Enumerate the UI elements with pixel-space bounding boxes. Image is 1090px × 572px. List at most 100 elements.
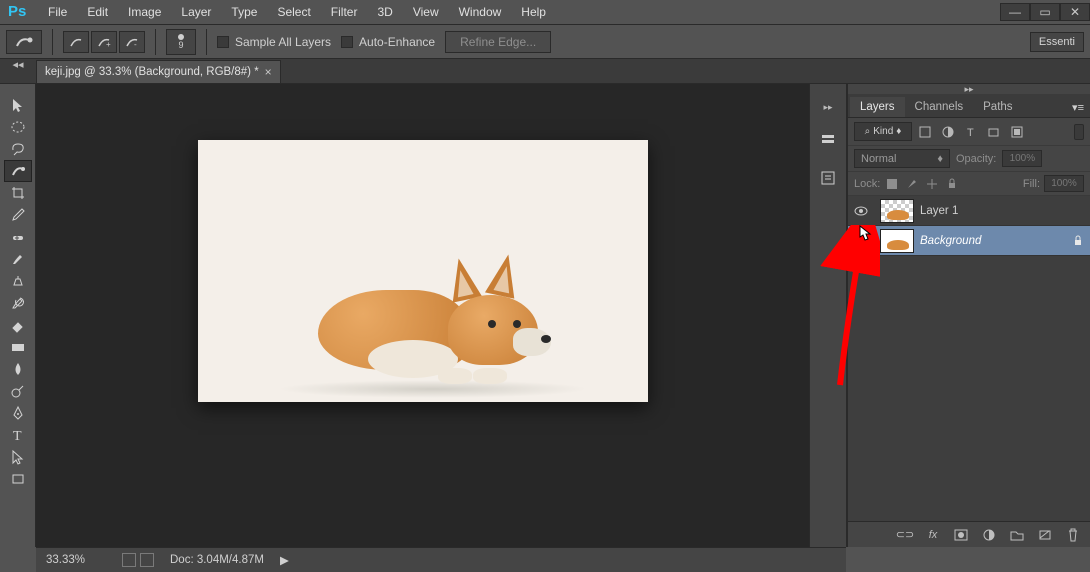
history-brush-tool[interactable] — [4, 292, 32, 314]
current-tool-preset[interactable] — [6, 30, 42, 54]
auto-enhance-checkbox[interactable]: Auto-Enhance — [341, 35, 435, 49]
menu-type[interactable]: Type — [223, 3, 265, 21]
sample-all-layers-checkbox[interactable]: Sample All Layers — [217, 35, 331, 49]
brush-size-value: 9 — [178, 40, 183, 50]
menu-help[interactable]: Help — [513, 3, 554, 21]
filter-smart-icon[interactable] — [1007, 123, 1027, 141]
blur-tool[interactable] — [4, 358, 32, 380]
layer-thumbnail[interactable] — [880, 229, 914, 253]
new-selection-button[interactable] — [63, 31, 89, 53]
menu-edit[interactable]: Edit — [79, 3, 116, 21]
brush-tool[interactable] — [4, 248, 32, 270]
lock-position-icon[interactable] — [924, 176, 940, 192]
maximize-button[interactable]: ▭ — [1030, 3, 1060, 21]
new-layer-icon[interactable] — [1036, 526, 1054, 544]
visibility-toggle[interactable] — [848, 234, 874, 248]
menu-layer[interactable]: Layer — [173, 3, 219, 21]
path-selection-tool[interactable] — [4, 446, 32, 468]
layer-row[interactable]: Background — [848, 226, 1090, 256]
crop-tool[interactable] — [4, 182, 32, 204]
eraser-tool[interactable] — [4, 314, 32, 336]
opacity-field[interactable]: 100% — [1002, 150, 1042, 167]
menu-image[interactable]: Image — [120, 3, 169, 21]
layer-name[interactable]: Layer 1 — [920, 205, 1090, 217]
panel-tabs: Layers Channels Paths ▾≡ — [848, 94, 1090, 118]
eyedropper-tool[interactable] — [4, 204, 32, 226]
subtract-selection-button[interactable]: - — [119, 31, 145, 53]
status-arrow-icon[interactable]: ▶ — [280, 553, 289, 567]
document-tab-close[interactable]: × — [265, 65, 272, 79]
lasso-tool[interactable] — [4, 138, 32, 160]
link-layers-icon[interactable]: ⊂⊃ — [896, 526, 914, 544]
panel-menu-icon[interactable]: ▾≡ — [1066, 98, 1090, 117]
filter-adjustment-icon[interactable] — [938, 123, 958, 141]
tab-layers[interactable]: Layers — [850, 97, 905, 117]
filter-type-icon[interactable]: T — [961, 123, 981, 141]
titlebar: Ps File Edit Image Layer Type Select Fil… — [0, 0, 1090, 25]
properties-panel-icon[interactable] — [817, 167, 839, 189]
type-tool[interactable]: T — [4, 424, 32, 446]
dodge-tool[interactable] — [4, 380, 32, 402]
delete-layer-icon[interactable] — [1064, 526, 1082, 544]
minimize-button[interactable]: — — [1000, 3, 1030, 21]
blend-mode-select[interactable]: Normal♦ — [854, 149, 950, 168]
fill-field[interactable]: 100% — [1044, 175, 1084, 192]
dropdown-arrows-icon: ♦ — [937, 153, 943, 165]
refine-edge-button[interactable]: Refine Edge... — [445, 31, 551, 53]
menu-window[interactable]: Window — [451, 3, 510, 21]
tab-channels[interactable]: Channels — [905, 97, 974, 117]
menu-select[interactable]: Select — [269, 3, 318, 21]
filter-shape-icon[interactable] — [984, 123, 1004, 141]
document-image-content — [318, 240, 548, 390]
toolbox-collapse-handle[interactable]: ◂◂ — [0, 59, 36, 69]
clone-stamp-tool[interactable] — [4, 270, 32, 292]
layer-style-icon[interactable]: fx — [924, 526, 942, 544]
layer-name[interactable]: Background — [920, 235, 1066, 247]
layer-group-icon[interactable] — [1008, 526, 1026, 544]
lock-all-icon[interactable] — [944, 176, 960, 192]
pen-tool[interactable] — [4, 402, 32, 424]
status-icon[interactable] — [122, 553, 136, 567]
lock-pixels-icon[interactable] — [904, 176, 920, 192]
opacity-label: Opacity: — [956, 153, 996, 165]
document-tab[interactable]: keji.jpg @ 33.3% (Background, RGB/8#) * … — [36, 60, 281, 83]
menu-3d[interactable]: 3D — [369, 3, 400, 21]
marquee-tool[interactable] — [4, 116, 32, 138]
adjustment-layer-icon[interactable] — [980, 526, 998, 544]
main-area: T ▸▸ ▸▸ Layers Channels Paths — [0, 84, 1090, 547]
panel-collapse-handle[interactable]: ▸▸ — [848, 84, 1090, 94]
workspace-switcher[interactable]: Essenti — [1030, 32, 1084, 52]
gradient-tool[interactable] — [4, 336, 32, 358]
menu-view[interactable]: View — [405, 3, 447, 21]
menu-file[interactable]: File — [40, 3, 75, 21]
status-icon[interactable] — [140, 553, 154, 567]
filter-toggle[interactable] — [1074, 124, 1084, 140]
separator — [155, 29, 156, 55]
separator — [206, 29, 207, 55]
rectangle-tool[interactable] — [4, 468, 32, 490]
menu-filter[interactable]: Filter — [323, 3, 366, 21]
document-canvas[interactable] — [198, 140, 648, 402]
filter-pixel-icon[interactable] — [915, 123, 935, 141]
visibility-toggle[interactable] — [848, 204, 874, 218]
quick-selection-tool[interactable] — [4, 160, 32, 182]
move-tool[interactable] — [4, 94, 32, 116]
app-logo: Ps — [8, 3, 32, 21]
canvas-area[interactable] — [36, 84, 809, 547]
layer-mask-icon[interactable] — [952, 526, 970, 544]
separator — [52, 29, 53, 55]
brush-size-picker[interactable]: 9 — [166, 29, 196, 55]
dock-collapse-handle[interactable]: ▸▸ — [823, 102, 832, 113]
layer-thumbnail[interactable] — [880, 199, 914, 223]
filter-kind-select[interactable]: ⌕Kind♦ — [854, 122, 912, 141]
add-selection-button[interactable]: + — [91, 31, 117, 53]
document-tab-strip: keji.jpg @ 33.3% (Background, RGB/8#) * … — [0, 59, 1090, 84]
history-panel-icon[interactable] — [817, 129, 839, 151]
close-button[interactable]: ✕ — [1060, 3, 1090, 21]
menubar: File Edit Image Layer Type Select Filter… — [40, 3, 1000, 21]
tab-paths[interactable]: Paths — [973, 97, 1022, 117]
lock-transparency-icon[interactable] — [884, 176, 900, 192]
zoom-level[interactable]: 33.33% — [46, 554, 106, 566]
healing-brush-tool[interactable] — [4, 226, 32, 248]
layer-row[interactable]: Layer 1 — [848, 196, 1090, 226]
